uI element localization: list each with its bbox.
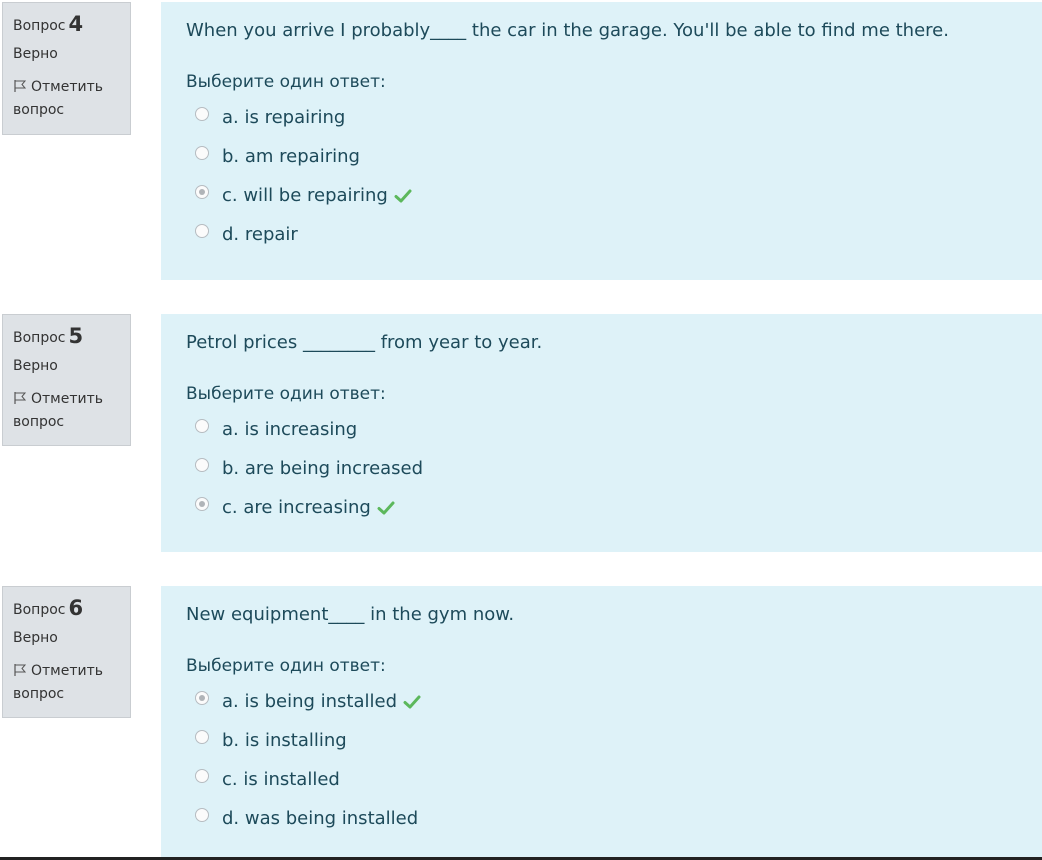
answer-radio[interactable] [195,807,209,822]
answer-radio[interactable] [195,106,209,121]
question-state: Верно [13,46,58,62]
answer-radio[interactable] [195,768,209,783]
question-label: Вопрос [13,18,66,34]
answer-label: c. is installed [222,769,340,790]
question-text: When you arrive I probably____ the car i… [186,20,949,41]
question-text: Petrol prices ________ from year to year… [186,332,543,353]
quiz-review-page: Вопрос 4 Верно Отметить вопрос When you a… [0,0,1042,860]
answer-label: c. will be repairing [222,185,388,206]
answer-option[interactable]: b. am repairing [195,137,1017,176]
question-info: Вопрос 5 Верно Отметить вопрос [2,314,131,446]
question-text: New equipment____ in the gym now. [186,604,515,625]
flag-question-link[interactable]: Отметить вопрос [13,76,120,122]
question-label: Вопрос [13,602,66,618]
answer-label: a. is being installed [222,691,398,712]
answer-radio[interactable] [195,729,209,744]
answer-option[interactable]: c. will be repairing [195,176,1017,215]
check-icon [377,501,395,514]
answer-prompt: Выберите один ответ: [186,384,386,404]
flag-icon [14,392,27,404]
answer-option[interactable]: a. is increasing [195,410,1017,449]
answer-radio[interactable] [195,418,209,433]
answer-radio[interactable] [195,145,209,160]
question-number: 6 [68,596,84,620]
answer-prompt: Выберите один ответ: [186,656,386,676]
question-block: Вопрос 6 Верно Отметить вопрос New equipm… [0,586,1042,857]
question-number: 4 [68,12,84,36]
answer-radio[interactable] [195,457,209,472]
question-block: Вопрос 4 Верно Отметить вопрос When you a… [0,2,1042,280]
question-block: Вопрос 5 Верно Отметить вопрос Petrol pri… [0,314,1042,552]
answer-option[interactable]: d. was being installed [195,799,1017,838]
answer-radio[interactable] [195,223,209,238]
question-number: 5 [68,324,84,348]
answer-option[interactable]: b. are being increased [195,449,1017,488]
flag-icon [14,80,27,92]
answer-label: a. is repairing [222,107,346,128]
answer-label: b. am repairing [222,146,360,167]
flag-question-link[interactable]: Отметить вопрос [13,388,120,434]
answer-radio-selected[interactable] [195,496,209,511]
flag-question-link[interactable]: Отметить вопрос [13,660,120,706]
check-icon [403,695,421,708]
question-label: Вопрос [13,330,66,346]
question-content: Petrol prices ________ from year to year… [161,314,1042,552]
answer-label: c. are increasing [222,497,371,518]
answer-option[interactable]: c. is installed [195,760,1017,799]
question-info: Вопрос 6 Верно Отметить вопрос [2,586,131,718]
answer-option[interactable]: d. repair [195,215,1017,254]
answer-prompt: Выберите один ответ: [186,72,386,92]
answer-option[interactable]: c. are increasing [195,488,1017,527]
flag-icon [14,664,27,676]
answer-label: b. is installing [222,730,347,751]
question-state: Верно [13,630,58,646]
question-content: New equipment____ in the gym now. Выбери… [161,586,1042,857]
answer-label: a. is increasing [222,419,358,440]
answer-label: d. was being installed [222,808,419,829]
answer-label: b. are being increased [222,458,424,479]
answer-radio-selected[interactable] [195,690,209,705]
question-info: Вопрос 4 Верно Отметить вопрос [2,2,131,135]
question-content: When you arrive I probably____ the car i… [161,2,1042,280]
check-icon [394,189,412,202]
answer-option[interactable]: b. is installing [195,721,1017,760]
answer-option[interactable]: a. is being installed [195,682,1017,721]
question-state: Верно [13,358,58,374]
answer-option[interactable]: a. is repairing [195,98,1017,137]
answer-radio-selected[interactable] [195,184,209,199]
answer-label: d. repair [222,224,298,245]
